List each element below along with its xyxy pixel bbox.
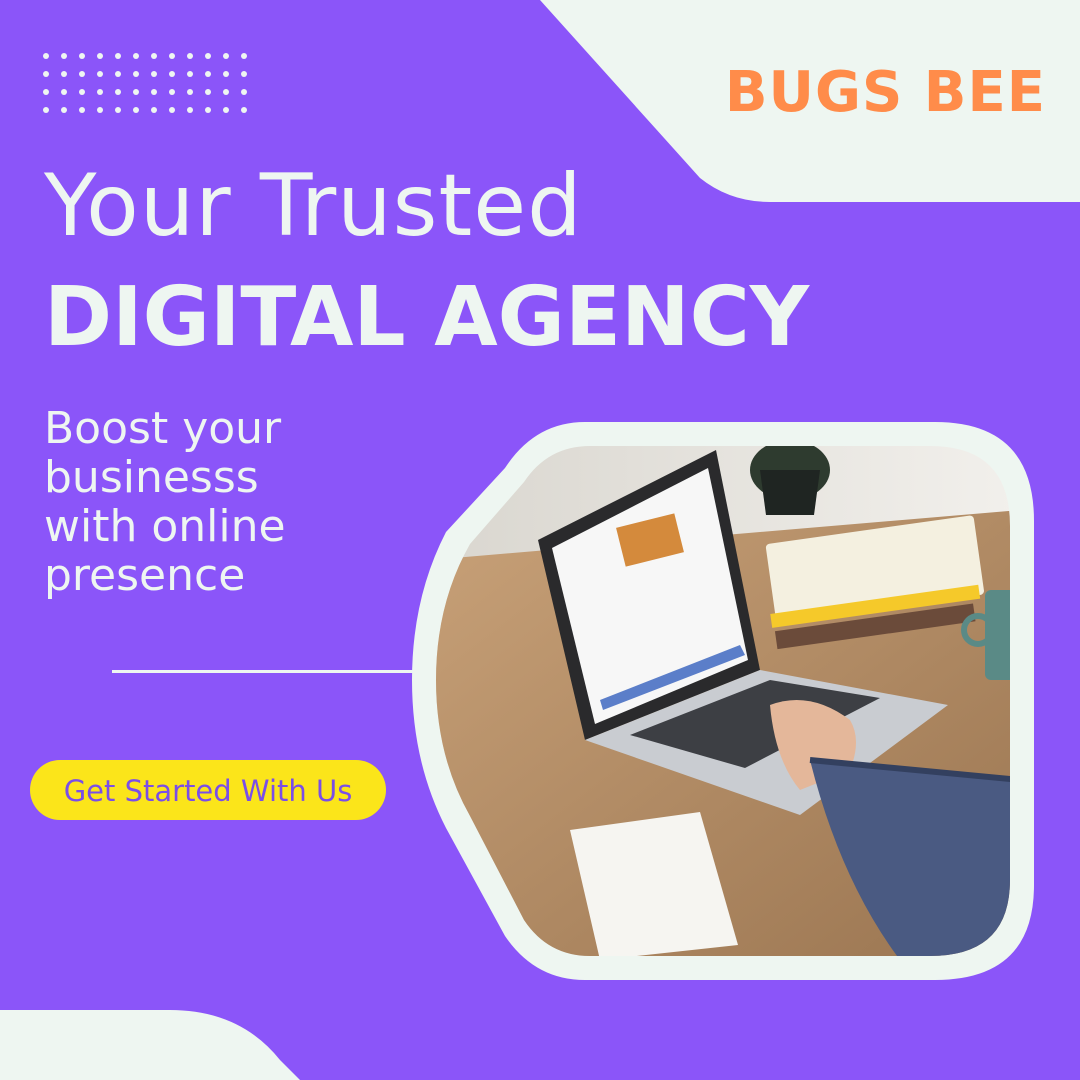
headline-light: Your Trusted <box>44 156 583 256</box>
subtitle-line: Boost your <box>44 403 282 454</box>
laptop-photo <box>436 446 1010 956</box>
divider-line <box>112 670 430 673</box>
get-started-button[interactable]: Get Started With Us <box>30 760 386 820</box>
subtitle: Boost your businesss with online presenc… <box>44 404 374 600</box>
bottom-left-shape <box>0 1010 300 1080</box>
subtitle-line: businesss <box>44 452 259 503</box>
dot-grid-decoration <box>43 53 247 113</box>
brand-name: BUGS BEE <box>724 60 1046 125</box>
subtitle-line: presence <box>44 550 246 601</box>
subtitle-line: with online <box>44 501 286 552</box>
headline-bold: DIGITAL AGENCY <box>44 270 810 365</box>
ad-canvas: BUGS BEE Your Trusted DIGITAL AGENCY Boo… <box>0 0 1080 1080</box>
